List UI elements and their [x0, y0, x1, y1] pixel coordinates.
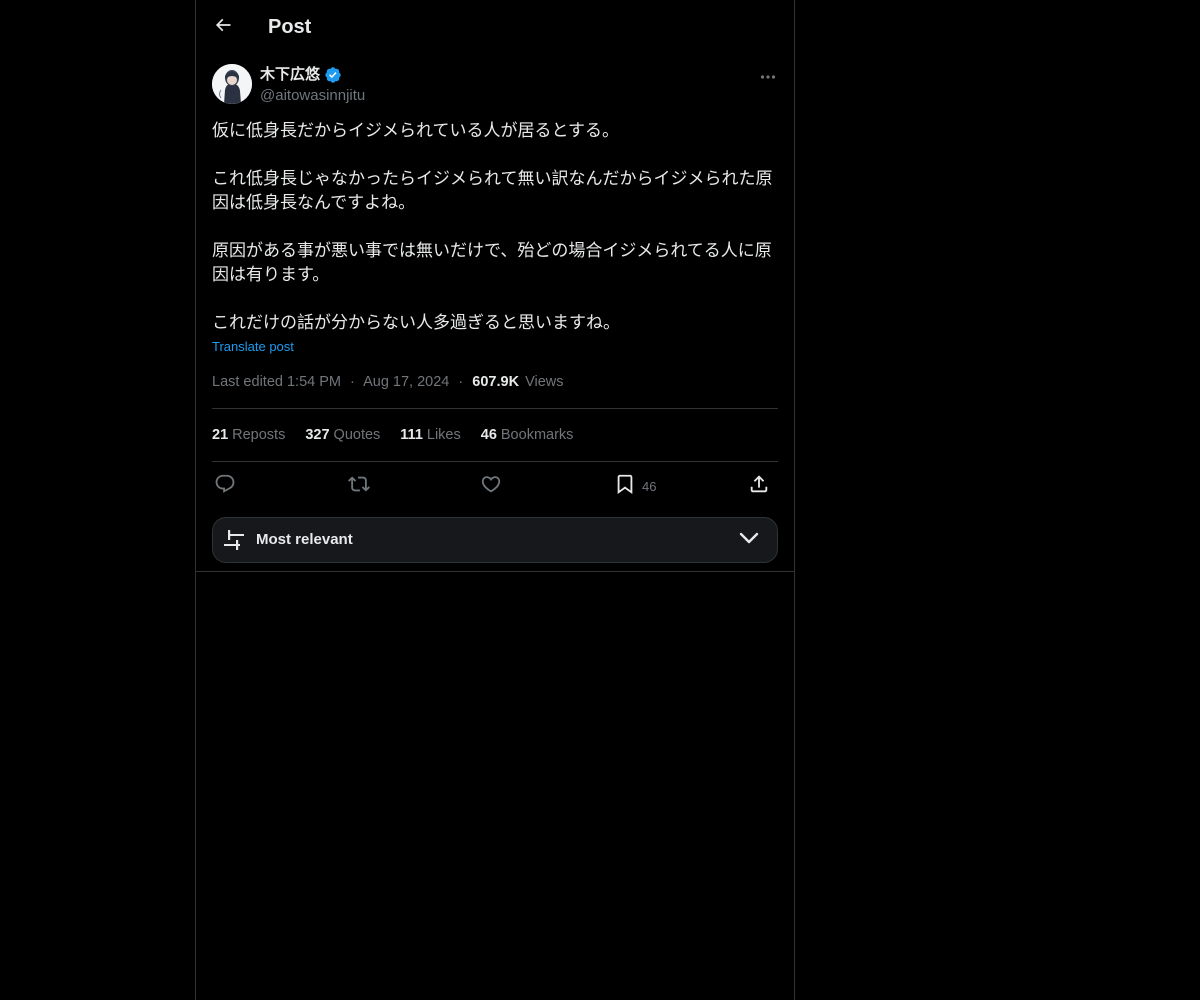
stat-count: 21	[212, 427, 229, 443]
engagement-stats: 21 Reposts 327 Quotes 111 Likes 46 Bookmarks	[212, 425, 573, 445]
bookmark-button[interactable]: 46	[614, 472, 656, 500]
views-label: Views	[525, 374, 564, 390]
translate-post-link[interactable]: Translate post	[212, 338, 294, 356]
post-header: Post	[196, 0, 794, 54]
verified-badge-icon	[324, 66, 342, 84]
heart-icon	[480, 473, 502, 500]
author-handle[interactable]: @aitowasinnjitu	[260, 86, 365, 106]
post-paragraph: これ低身長じゃなかったらイジメられて無い訳なんだからイジメられた原因は低身長なん…	[212, 169, 773, 213]
stat-count: 327	[305, 427, 330, 443]
sliders-icon	[223, 529, 245, 556]
stat-likes[interactable]: 111 Likes	[400, 425, 460, 445]
action-bar: 46	[212, 472, 778, 500]
reply-sort-dropdown[interactable]: Most relevant	[212, 517, 778, 563]
like-button[interactable]	[480, 472, 502, 500]
post-meta: Last edited 1:54 PM · Aug 17, 2024 · 607…	[212, 372, 564, 392]
edited-time[interactable]: Last edited 1:54 PM	[212, 374, 341, 390]
arrow-left-icon	[213, 15, 233, 40]
post-paragraph: これだけの話が分からない人多過ぎると思いますね。	[212, 313, 620, 333]
bookmark-count: 46	[642, 478, 657, 494]
divider	[212, 461, 778, 462]
post-paragraph: 仮に低身長だからイジメられている人が居るとする。	[212, 121, 619, 141]
author-name-text: 木下広悠	[260, 66, 321, 83]
views-count: 607.9K	[472, 374, 520, 390]
repost-button[interactable]	[348, 472, 370, 500]
reply-button[interactable]	[214, 472, 236, 500]
repost-icon	[348, 473, 370, 500]
post-column: Post 木下広悠 @aitowasinnjitu 仮に低身長だからイジメられて…	[195, 0, 795, 1000]
meta-separator: ·	[350, 374, 355, 390]
post-date[interactable]: Aug 17, 2024	[363, 374, 449, 390]
more-dots-icon	[760, 67, 776, 85]
stat-count: 111	[400, 427, 423, 443]
page-title: Post	[268, 16, 312, 38]
back-button[interactable]	[206, 10, 240, 44]
stat-label: Reposts	[232, 427, 286, 443]
post-paragraph: 原因がある事が悪い事では無いだけで、殆どの場合イジメられてる人に原因は有ります。	[212, 241, 772, 285]
bookmark-icon	[614, 473, 636, 500]
sort-label: Most relevant	[256, 531, 353, 548]
stat-label: Quotes	[333, 427, 381, 443]
stat-label: Likes	[426, 427, 461, 443]
stat-quotes[interactable]: 327 Quotes	[305, 425, 380, 445]
stat-bookmarks[interactable]: 46 Bookmarks	[481, 425, 574, 445]
stat-count: 46	[480, 427, 497, 443]
divider	[196, 571, 794, 572]
stat-reposts[interactable]: 21 Reposts	[212, 425, 285, 445]
post-text: 仮に低身長だからイジメられている人が居るとする。 これ低身長じゃなかったらイジメ…	[212, 119, 778, 335]
meta-separator: ·	[458, 374, 464, 390]
reply-icon	[214, 473, 236, 500]
more-options-button[interactable]	[754, 66, 782, 86]
divider	[212, 408, 778, 409]
share-button[interactable]	[748, 472, 770, 500]
stat-label: Bookmarks	[500, 427, 574, 443]
avatar[interactable]	[212, 64, 252, 104]
share-icon	[748, 473, 770, 500]
chevron-down-icon	[739, 531, 759, 550]
author-name[interactable]: 木下広悠	[260, 65, 342, 85]
